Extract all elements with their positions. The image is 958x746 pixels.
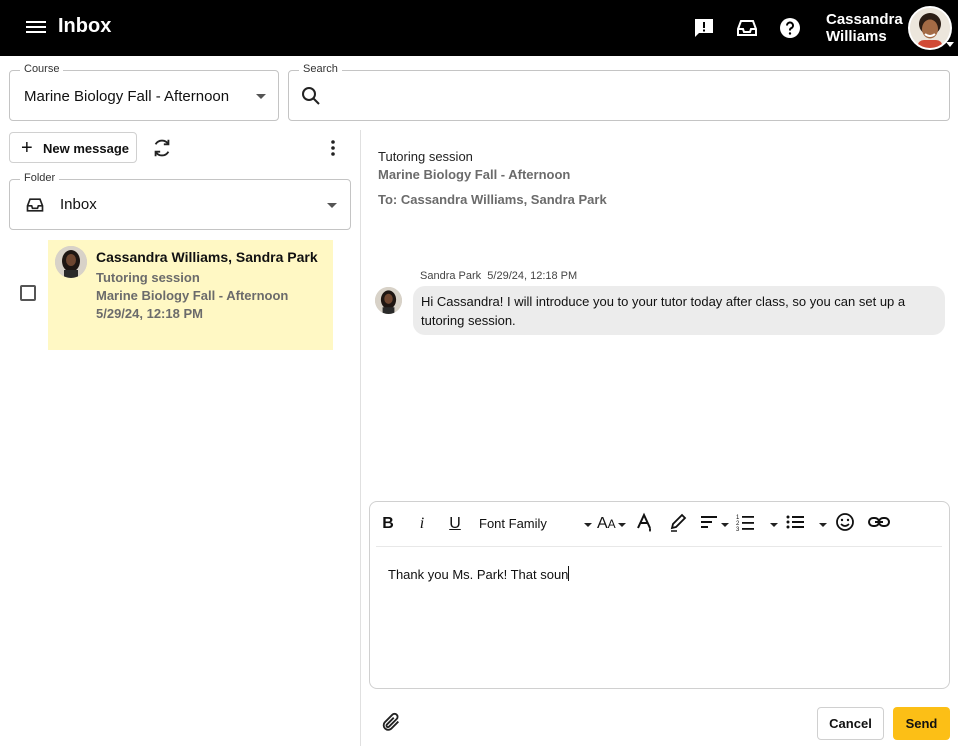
link-icon[interactable] bbox=[868, 512, 890, 536]
message-recipients: To: Cassandra Williams, Sandra Park bbox=[378, 192, 607, 207]
message-bubble: Hi Cassandra! I will introduce you to yo… bbox=[413, 286, 945, 335]
plus-icon: + bbox=[21, 137, 33, 159]
italic-button[interactable]: i bbox=[414, 512, 430, 536]
course-select[interactable]: Course Marine Biology Fall - Afternoon bbox=[9, 63, 279, 121]
chevron-down-icon bbox=[946, 42, 954, 47]
new-message-button[interactable]: + New message bbox=[9, 132, 137, 163]
course-label: Course bbox=[20, 63, 64, 75]
user-last-name: Williams bbox=[826, 28, 887, 45]
menu-icon[interactable] bbox=[26, 18, 46, 38]
conversation-subject: Tutoring session bbox=[96, 270, 200, 285]
text-cursor bbox=[568, 566, 570, 581]
message-editor[interactable]: Thank you Ms. Park! That soun bbox=[388, 566, 570, 582]
folder-select[interactable]: Folder Inbox bbox=[9, 172, 351, 230]
align-icon[interactable] bbox=[700, 512, 718, 536]
chevron-down-icon bbox=[256, 94, 266, 99]
chevron-down-icon bbox=[327, 203, 337, 208]
cancel-button[interactable]: Cancel bbox=[817, 707, 884, 740]
new-message-label: New message bbox=[43, 141, 129, 156]
chevron-down-icon bbox=[584, 523, 592, 527]
message-subject: Tutoring session bbox=[378, 149, 473, 164]
avatar bbox=[55, 246, 87, 278]
font-family-select[interactable]: Font Family bbox=[479, 512, 547, 536]
user-first-name: Cassandra bbox=[826, 11, 903, 28]
emoji-icon[interactable] bbox=[835, 512, 855, 536]
conversation-checkbox[interactable] bbox=[20, 285, 36, 301]
font-size-button[interactable]: AA bbox=[597, 512, 616, 536]
chevron-down-icon bbox=[819, 523, 827, 527]
underline-button[interactable]: U bbox=[447, 512, 463, 536]
avatar bbox=[375, 287, 402, 314]
page-title: Inbox bbox=[58, 15, 112, 37]
search-input[interactable] bbox=[329, 81, 929, 111]
bold-button[interactable]: B bbox=[380, 512, 396, 536]
toolbar-divider bbox=[376, 546, 942, 547]
top-app-bar: Inbox Cassandra Williams bbox=[0, 0, 958, 56]
search-icon bbox=[302, 87, 320, 105]
refresh-icon[interactable] bbox=[151, 137, 173, 159]
course-value: Marine Biology Fall - Afternoon bbox=[24, 88, 230, 105]
conversation-course: Marine Biology Fall - Afternoon bbox=[96, 288, 289, 303]
panel-divider bbox=[360, 130, 361, 746]
text-color-icon[interactable] bbox=[636, 512, 654, 536]
feedback-icon[interactable] bbox=[692, 16, 716, 40]
conversation-date: 5/29/24, 12:18 PM bbox=[96, 306, 203, 321]
inbox-tray-icon[interactable] bbox=[735, 16, 759, 40]
chevron-down-icon bbox=[618, 523, 626, 527]
help-icon[interactable] bbox=[778, 16, 802, 40]
folder-label: Folder bbox=[20, 172, 60, 184]
more-options-icon[interactable] bbox=[324, 138, 342, 158]
search-field[interactable]: Search bbox=[288, 63, 950, 121]
inbox-tray-icon bbox=[26, 198, 44, 212]
send-button[interactable]: Send bbox=[893, 707, 950, 740]
message-meta: Sandra Park 5/29/24, 12:18 PM bbox=[420, 270, 577, 282]
chevron-down-icon bbox=[721, 523, 729, 527]
search-label: Search bbox=[299, 63, 342, 75]
message-author: Sandra Park bbox=[420, 270, 482, 282]
folder-value: Inbox bbox=[60, 196, 97, 213]
message-composer: B i U Font Family AA 123 Thank you Ms. P… bbox=[369, 501, 950, 689]
numbered-list-icon[interactable]: 123 bbox=[736, 512, 756, 536]
message-course: Marine Biology Fall - Afternoon bbox=[378, 167, 571, 182]
list-item[interactable]: Cassandra Williams, Sandra Park Tutoring… bbox=[48, 240, 333, 350]
highlight-icon[interactable] bbox=[669, 512, 687, 536]
rich-text-toolbar: B i U Font Family AA 123 bbox=[370, 502, 949, 546]
svg-text:3: 3 bbox=[736, 527, 740, 532]
conversation-participants: Cassandra Williams, Sandra Park bbox=[96, 249, 318, 265]
paperclip-icon[interactable] bbox=[380, 711, 402, 733]
draft-text: Thank you Ms. Park! That soun bbox=[388, 567, 569, 582]
user-name[interactable]: Cassandra Williams bbox=[826, 11, 903, 45]
chevron-down-icon bbox=[770, 523, 778, 527]
message-date: 5/29/24, 12:18 PM bbox=[487, 270, 578, 282]
bullet-list-icon[interactable] bbox=[786, 512, 806, 536]
